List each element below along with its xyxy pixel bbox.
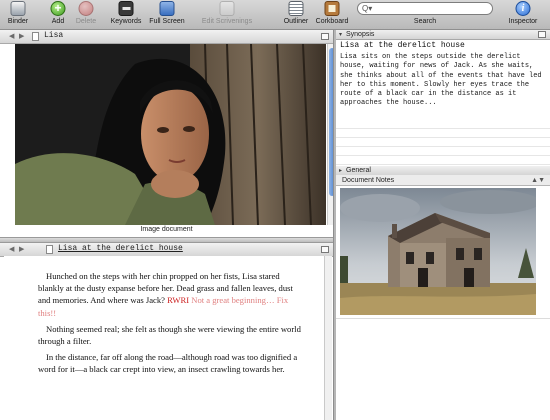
edit-scrivenings-icon xyxy=(219,1,235,16)
inspector-label: Inspector xyxy=(508,18,538,25)
binder-icon xyxy=(10,1,26,16)
revision-tag: RWRI xyxy=(167,295,190,306)
full-screen-icon xyxy=(159,1,175,16)
split-editor-icon[interactable] xyxy=(321,246,329,253)
binder-label: Binder xyxy=(7,18,29,25)
paragraph: Nothing seemed real; she felt as though … xyxy=(38,323,301,347)
synopsis-text[interactable]: Lisa sits on the steps outside the derel… xyxy=(340,53,546,109)
house-image xyxy=(340,188,536,315)
edit-scrivenings-label: Edit Scrivenings xyxy=(201,18,253,25)
bottom-editor-header: ◀ ▶ Lisa at the derelict house xyxy=(0,243,333,257)
split-editor-icon[interactable] xyxy=(321,33,329,40)
corkboard-label: Corkboard xyxy=(315,18,349,25)
search-icon: Q▾ xyxy=(362,4,373,13)
search-input[interactable]: Q▾ xyxy=(357,2,493,15)
add-label: Add xyxy=(51,18,65,25)
synopsis-header[interactable]: Synopsis xyxy=(336,30,550,40)
portrait-image xyxy=(15,44,326,225)
keywords-button[interactable]: Keywords xyxy=(108,0,144,30)
corkboard-button[interactable]: Corkboard xyxy=(313,0,351,30)
search-label: Search xyxy=(413,18,437,25)
outliner-label: Outliner xyxy=(283,18,309,25)
edit-scrivenings-button[interactable]: Edit Scrivenings xyxy=(198,0,256,30)
text-editor[interactable]: Hunched on the steps with her chin propp… xyxy=(4,256,324,420)
outliner-icon xyxy=(288,1,304,16)
keywords-label: Keywords xyxy=(110,18,142,25)
paragraph: Hunched on the steps with her chin propp… xyxy=(38,270,302,319)
paragraph: In the distance, far off along the road—… xyxy=(38,352,298,375)
binder-button[interactable]: Binder xyxy=(6,0,30,30)
image-document-icon xyxy=(32,32,39,41)
forward-arrow-icon[interactable]: ▶ xyxy=(19,32,24,41)
top-editor-header: ◀ ▶ Lisa xyxy=(0,30,333,44)
delete-button[interactable]: Delete xyxy=(72,0,100,30)
house-photo xyxy=(340,188,536,315)
keywords-icon xyxy=(118,1,134,16)
inspector-button[interactable]: i Inspector xyxy=(503,0,543,30)
document-notes-text[interactable] xyxy=(336,318,550,420)
bottom-editor-scrollbar[interactable] xyxy=(324,256,332,420)
synopsis-lined-area xyxy=(336,120,550,168)
document-notes-label: Document Notes xyxy=(342,177,395,184)
add-button[interactable]: + Add xyxy=(47,0,69,30)
outliner-button[interactable]: Outliner xyxy=(280,0,312,30)
synopsis-toggle-icon[interactable] xyxy=(538,31,546,38)
toolbar: Binder + Add Delete Keywords Full Screen… xyxy=(0,0,550,30)
delete-icon xyxy=(78,1,94,16)
back-arrow-icon[interactable]: ◀ xyxy=(9,245,14,254)
forward-arrow-icon[interactable]: ▶ xyxy=(19,245,24,254)
full-screen-button[interactable]: Full Screen xyxy=(147,0,187,30)
delete-label: Delete xyxy=(75,18,97,25)
full-screen-label: Full Screen xyxy=(149,18,185,25)
back-arrow-icon[interactable]: ◀ xyxy=(9,32,14,41)
portrait-photo xyxy=(15,44,326,225)
text-document-icon xyxy=(46,245,53,254)
bottom-editor-title[interactable]: Lisa at the derelict house xyxy=(58,244,183,253)
synopsis-title[interactable]: Lisa at the derelict house xyxy=(340,41,546,50)
notes-stepper-icon[interactable]: ▲▼ xyxy=(531,175,545,186)
document-notes-bar[interactable]: Document Notes ▲▼ xyxy=(336,175,550,186)
top-editor-title[interactable]: Lisa xyxy=(44,31,63,40)
inspector-icon: i xyxy=(515,1,531,16)
inspector-panel: Synopsis Lisa at the derelict house Lisa… xyxy=(336,30,550,420)
add-icon: + xyxy=(50,1,66,16)
corkboard-icon xyxy=(324,1,340,16)
